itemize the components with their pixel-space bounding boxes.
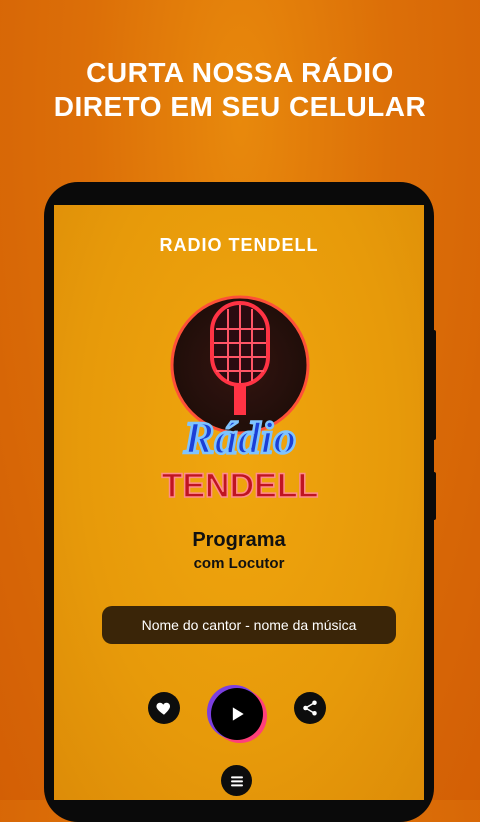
logo-script-text: Rádio [183, 412, 296, 463]
share-icon [303, 700, 317, 716]
heart-icon [156, 702, 171, 715]
program-host: com Locutor [193, 555, 285, 572]
phone-volume-button [432, 330, 436, 440]
menu-icon [230, 775, 243, 786]
station-title: RADIO TENDELL [159, 235, 319, 255]
promo-line-2: DIRETO EM SEU CELULAR [53, 91, 427, 122]
radio-logo: Rádio TENDELL [161, 295, 319, 506]
favorite-button[interactable] [148, 692, 180, 724]
promo-line-1: CURTA NOSSA RÁDIO [86, 57, 394, 88]
promo-headline: CURTA NOSSA RÁDIO DIRETO EM SEU CELULAR [0, 56, 480, 124]
logo-block-text: TENDELL [162, 467, 319, 505]
now-playing-label: Nome do cantor - nome da música [102, 606, 396, 644]
phone-power-button [432, 472, 436, 520]
play-icon [232, 707, 244, 721]
share-button[interactable] [294, 692, 326, 724]
menu-button[interactable] [221, 765, 252, 796]
play-button[interactable] [211, 688, 263, 740]
program-name: Programa [192, 529, 286, 551]
app-screen: RADIO TENDELL Rádio TENDELL Programa com… [54, 205, 424, 800]
